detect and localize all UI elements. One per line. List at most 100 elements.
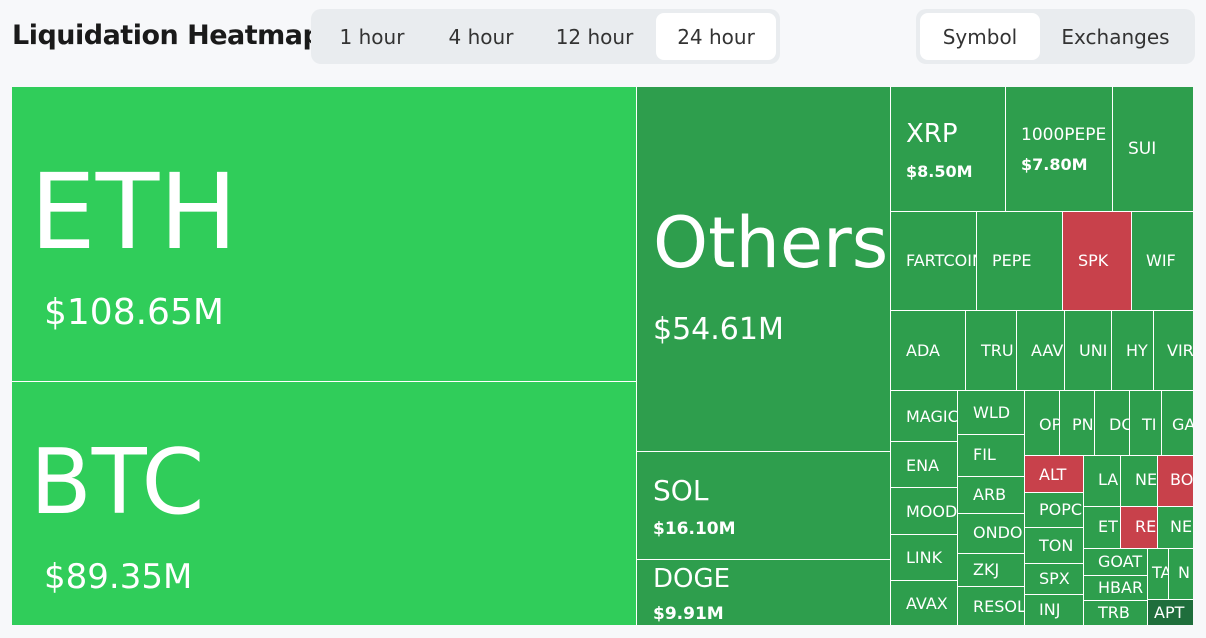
tile-symbol: RE bbox=[1135, 517, 1157, 536]
tile-symbol: ARB bbox=[973, 485, 1007, 504]
tile-hbar[interactable]: HBAR bbox=[1083, 575, 1148, 601]
tile-sui[interactable]: SUI bbox=[1112, 87, 1193, 212]
tile-symbol: ADA bbox=[906, 341, 940, 360]
tile-symbol: ET bbox=[1098, 517, 1118, 536]
tile-symbol: OP bbox=[1039, 415, 1059, 434]
tile-symbol: UNI bbox=[1079, 341, 1108, 360]
tile-others[interactable]: Others $54.61M bbox=[636, 87, 891, 452]
view-symbol-button[interactable]: Symbol bbox=[920, 13, 1040, 60]
tile-resolv[interactable]: RESOLV bbox=[957, 586, 1025, 625]
tile-zkj[interactable]: ZKJ bbox=[957, 553, 1025, 587]
view-exchanges-button[interactable]: Exchanges bbox=[1040, 13, 1191, 60]
tile-spx[interactable]: SPX bbox=[1024, 563, 1084, 595]
tile-xrp[interactable]: XRP $8.50M bbox=[890, 87, 1006, 212]
tile-near[interactable]: NE bbox=[1120, 455, 1158, 507]
tile-symbol: GA bbox=[1172, 415, 1193, 434]
tile-symbol: LINK bbox=[906, 548, 943, 567]
timeframe-12h-button[interactable]: 12 hour bbox=[533, 13, 656, 60]
tile-wld[interactable]: WLD bbox=[957, 390, 1025, 435]
tile-symbol: BO bbox=[1170, 470, 1193, 489]
tile-symbol: ONDO bbox=[973, 523, 1023, 542]
tile-aave[interactable]: AAV bbox=[1016, 310, 1065, 391]
tile-moodeng[interactable]: MOOD bbox=[890, 487, 958, 535]
tile-symbol: POPC bbox=[1039, 500, 1083, 519]
tile-symbol: ENA bbox=[906, 456, 940, 475]
tile-ena[interactable]: ENA bbox=[890, 441, 958, 488]
tile-goat[interactable]: GOAT bbox=[1083, 548, 1148, 576]
tile-render[interactable]: RE bbox=[1120, 506, 1158, 549]
tile-symbol: VIR bbox=[1167, 341, 1193, 360]
tile-inj[interactable]: INJ bbox=[1024, 594, 1084, 625]
tile-value: $54.61M bbox=[653, 312, 784, 347]
tile-symbol: HY bbox=[1126, 341, 1148, 360]
tile-ton[interactable]: TON bbox=[1024, 527, 1084, 564]
tile-symbol: XRP bbox=[906, 119, 958, 149]
tile-ondo[interactable]: ONDO bbox=[957, 513, 1025, 554]
tile-ada[interactable]: ADA bbox=[890, 310, 966, 391]
tile-symbol: TRU bbox=[981, 341, 1014, 360]
tile-symbol: TA bbox=[1152, 563, 1168, 582]
tile-btc[interactable]: BTC $89.35M bbox=[12, 381, 637, 625]
tile-symbol: APT bbox=[1154, 603, 1185, 622]
timeframe-1h-button[interactable]: 1 hour bbox=[315, 13, 429, 60]
tile-virtual[interactable]: VIR bbox=[1153, 310, 1193, 391]
timeframe-4h-button[interactable]: 4 hour bbox=[429, 13, 533, 60]
tile-bome[interactable]: BO bbox=[1157, 455, 1193, 507]
tile-op[interactable]: OP bbox=[1024, 390, 1060, 456]
tile-symbol: SUI bbox=[1128, 139, 1157, 159]
tile-symbol: MAGIC bbox=[906, 407, 957, 426]
tile-tru[interactable]: TRU bbox=[965, 310, 1017, 391]
tile-tao[interactable]: TA bbox=[1147, 548, 1169, 600]
tile-dot[interactable]: DC bbox=[1094, 390, 1130, 456]
liquidation-heatmap: ETH $108.65M BTC $89.35M Others $54.61M … bbox=[12, 87, 1193, 625]
tile-sol[interactable]: SOL $16.10M bbox=[636, 451, 891, 560]
tile-pepe[interactable]: PEPE bbox=[976, 211, 1063, 311]
tile-symbol: WIF bbox=[1146, 251, 1176, 270]
timeframe-24h-button[interactable]: 24 hour bbox=[656, 13, 776, 60]
tile-value: $7.80M bbox=[1021, 155, 1088, 174]
tile-value: $16.10M bbox=[653, 519, 736, 539]
tile-symbol: INJ bbox=[1039, 600, 1061, 619]
tile-magic[interactable]: MAGIC bbox=[890, 390, 958, 442]
tile-tia[interactable]: TI bbox=[1129, 390, 1162, 456]
tile-symbol: N bbox=[1178, 563, 1190, 582]
tile-link[interactable]: LINK bbox=[890, 534, 958, 581]
tile-popcat[interactable]: POPC bbox=[1024, 492, 1084, 528]
tile-eth[interactable]: ETH $108.65M bbox=[12, 87, 637, 383]
tile-value: $89.35M bbox=[44, 557, 193, 597]
tile-symbol: ZKJ bbox=[973, 560, 1000, 579]
tile-layer[interactable]: LA bbox=[1083, 455, 1121, 507]
tile-symbol: RESOLV bbox=[973, 597, 1024, 616]
tile-wif[interactable]: WIF bbox=[1131, 211, 1193, 311]
tile-gala[interactable]: GA bbox=[1161, 390, 1193, 456]
tile-symbol: DC bbox=[1109, 415, 1129, 434]
tile-spk[interactable]: SPK bbox=[1062, 211, 1132, 311]
tile-uni[interactable]: UNI bbox=[1064, 310, 1112, 391]
tile-symbol: LA bbox=[1098, 470, 1119, 489]
tile-symbol: BTC bbox=[30, 430, 205, 535]
tile-symbol: FARTCOIN bbox=[906, 251, 976, 270]
tile-avax[interactable]: AVAX bbox=[890, 580, 958, 625]
tile-pnut[interactable]: PN bbox=[1059, 390, 1095, 456]
timeframe-selector: 1 hour 4 hour 12 hour 24 hour bbox=[311, 9, 780, 64]
tile-apt[interactable]: APT bbox=[1147, 599, 1193, 625]
tile-fartcoin[interactable]: FARTCOIN bbox=[890, 211, 977, 311]
tile-symbol: TRB bbox=[1098, 603, 1130, 622]
page-title: Liquidation Heatmap bbox=[12, 20, 322, 51]
tile-trb[interactable]: TRB bbox=[1083, 600, 1148, 625]
tile-symbol: TON bbox=[1039, 536, 1074, 555]
tile-symbol: PEPE bbox=[992, 251, 1032, 270]
tile-alt[interactable]: ALT bbox=[1024, 455, 1084, 493]
tile-symbol: Others bbox=[653, 202, 889, 284]
tile-hype[interactable]: HY bbox=[1111, 310, 1154, 391]
tile-fil[interactable]: FIL bbox=[957, 434, 1025, 477]
tile-n[interactable]: N bbox=[1168, 548, 1193, 600]
tile-symbol: WLD bbox=[973, 403, 1011, 422]
tile-doge[interactable]: DOGE $9.91M bbox=[636, 559, 891, 625]
tile-symbol: TI bbox=[1142, 415, 1157, 434]
tile-value: $8.50M bbox=[906, 162, 973, 181]
tile-1000pepe[interactable]: 1000PEPE $7.80M bbox=[1005, 87, 1113, 212]
tile-arb[interactable]: ARB bbox=[957, 476, 1025, 514]
tile-etc[interactable]: ET bbox=[1083, 506, 1121, 549]
tile-neo[interactable]: NE bbox=[1157, 506, 1193, 549]
